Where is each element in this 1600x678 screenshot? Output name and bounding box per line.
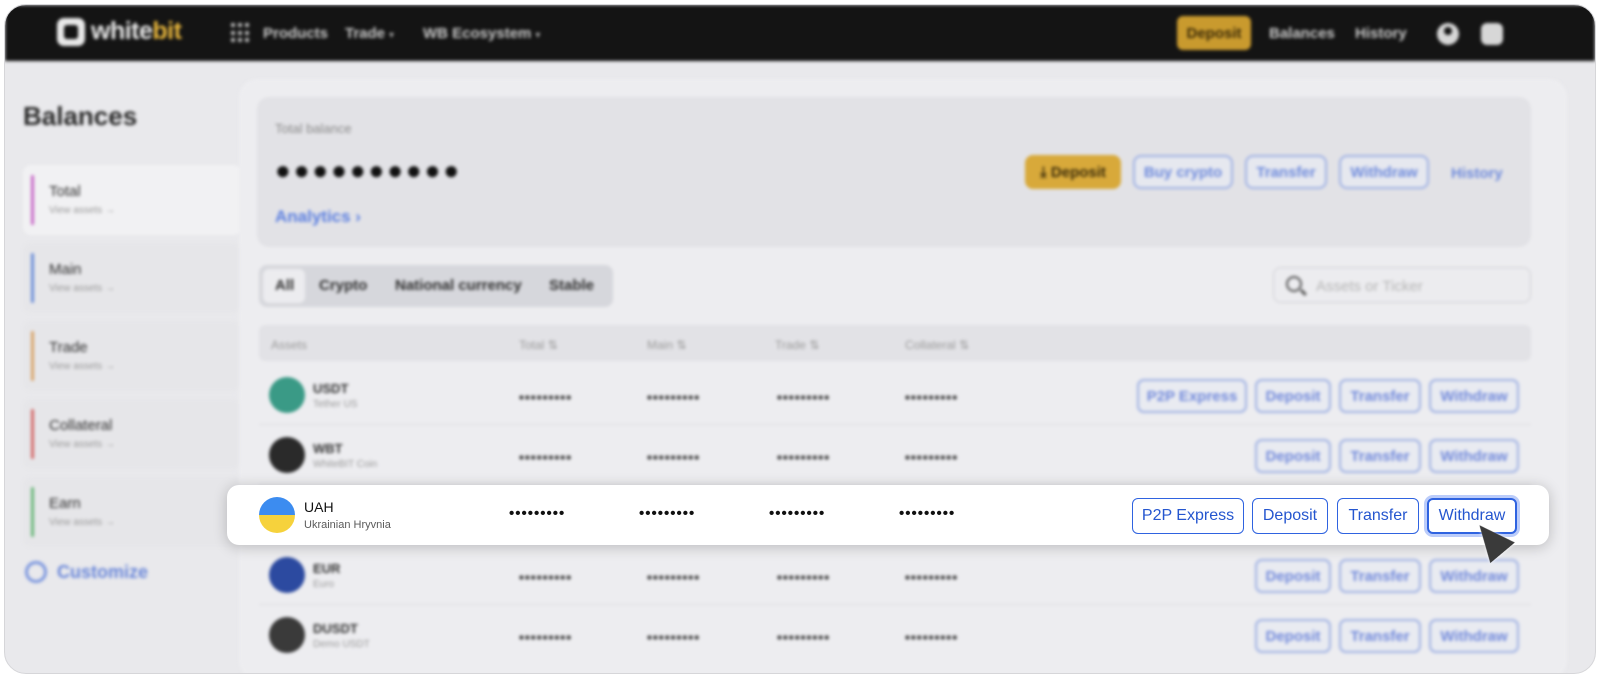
chevron-down-icon: ▾ (389, 30, 395, 41)
apps-grid-icon[interactable] (231, 23, 251, 43)
header-collateral[interactable]: Collateral ⇅ (905, 338, 969, 352)
card-deposit-button[interactable]: ⤓ Deposit (1025, 155, 1121, 189)
nav-trade[interactable]: Trade ▾ (345, 25, 394, 42)
nav-products[interactable]: Products (263, 25, 328, 42)
highlighted-uah-row: UAH Ukrainian Hryvnia ••••••••• ••••••••… (227, 485, 1549, 564)
tab-stable[interactable]: Stable (549, 277, 594, 294)
support-chat-icon[interactable] (1481, 23, 1503, 45)
sidebar-item-trade[interactable]: Trade View assets → (23, 321, 241, 391)
gear-icon (25, 561, 47, 583)
card-withdraw-button[interactable]: Withdraw (1339, 155, 1429, 189)
deposit-button[interactable]: Deposit (1252, 498, 1328, 534)
hidden-amount: ••••••••• (905, 629, 959, 645)
hidden-amount: ••••••••• (519, 389, 573, 405)
asset-name: Tether US (313, 399, 358, 410)
hidden-amount: ••••••••• (905, 569, 959, 585)
hidden-amount-main: ••••••••• (639, 505, 696, 522)
sidebar-item-main[interactable]: Main View assets → (23, 243, 241, 313)
hidden-amount-trade: ••••••••• (769, 505, 826, 522)
nav-wb-ecosystem[interactable]: WB Ecosystem ▾ (423, 25, 540, 42)
transfer-button[interactable]: Transfer (1339, 619, 1421, 653)
total-balance-hidden-value: ●●●●●●●●●● (275, 155, 463, 185)
withdraw-button[interactable]: Withdraw (1429, 379, 1519, 413)
ukraine-flag-icon (259, 497, 295, 533)
customize-button[interactable]: Customize (25, 561, 148, 583)
tab-crypto[interactable]: Crypto (319, 277, 367, 294)
hidden-amount: ••••••••• (647, 449, 701, 465)
card-history-link[interactable]: History (1451, 165, 1503, 182)
hidden-amount: ••••••••• (647, 629, 701, 645)
tab-all[interactable]: All (275, 277, 294, 294)
top-balances-link[interactable]: Balances (1269, 25, 1335, 42)
card-buy-crypto-button[interactable]: Buy crypto (1133, 155, 1233, 189)
withdraw-button[interactable]: Withdraw (1429, 439, 1519, 473)
search-icon (1286, 276, 1302, 292)
hidden-amount: ••••••••• (905, 449, 959, 465)
chevron-down-icon: ▾ (535, 30, 541, 41)
blurred-app-background: whitebit Products Trade ▾ WB Ecosystem ▾ D… (5, 5, 1595, 673)
asset-ticker: UAH (304, 499, 334, 515)
sidebar-title: Balances (23, 101, 138, 131)
header-assets: Assets (271, 338, 308, 352)
eur-coin-icon (269, 557, 305, 593)
logo-text-accent: bit (152, 17, 182, 45)
total-balance-label: Total balance (275, 121, 352, 136)
sidebar-item-collateral[interactable]: Collateral View assets → (23, 399, 241, 469)
header-trade[interactable]: Trade ⇅ (775, 338, 819, 352)
hidden-amount-total: ••••••••• (509, 505, 566, 522)
deposit-button[interactable]: Deposit (1255, 619, 1331, 653)
transfer-button[interactable]: Transfer (1337, 498, 1419, 534)
asset-name: Ukrainian Hryvnia (304, 519, 391, 531)
hidden-amount: ••••••••• (777, 389, 831, 405)
whitebit-logo-icon (57, 17, 85, 46)
wbt-coin-icon (269, 437, 305, 473)
transfer-button[interactable]: Transfer (1339, 439, 1421, 473)
tab-national-currency[interactable]: National currency (395, 277, 522, 294)
hidden-amount: ••••••••• (777, 449, 831, 465)
deposit-button[interactable]: Deposit (1255, 439, 1331, 473)
logo-text-prefix: white (91, 17, 153, 45)
deposit-button[interactable]: Deposit (1255, 379, 1331, 413)
hidden-amount-collateral: ••••••••• (899, 505, 956, 522)
header-total[interactable]: Total ⇅ (519, 338, 558, 352)
asset-ticker: DUSDT (313, 621, 358, 636)
asset-ticker: WBT (313, 441, 343, 456)
whitebit-logo[interactable]: whitebit (57, 17, 182, 46)
transfer-button[interactable]: Transfer (1339, 379, 1421, 413)
top-navigation-bar: whitebit Products Trade ▾ WB Ecosystem ▾ D… (5, 5, 1595, 61)
withdraw-button[interactable]: Withdraw (1429, 619, 1519, 653)
asset-search-input[interactable]: Assets or Ticker (1273, 267, 1531, 303)
hidden-amount: ••••••••• (905, 389, 959, 405)
dusdt-coin-icon (269, 617, 305, 653)
asset-name: Euro (313, 579, 335, 590)
asset-name: Demo USDT (313, 639, 370, 650)
withdraw-button[interactable]: Withdraw (1429, 559, 1519, 593)
usdt-coin-icon (269, 377, 305, 413)
analytics-link[interactable]: Analytics › (275, 207, 361, 227)
table-header (259, 325, 1531, 361)
asset-ticker: EUR (313, 561, 341, 576)
header-main[interactable]: Main ⇅ (647, 338, 686, 352)
p2p-express-button[interactable]: P2P Express (1132, 498, 1244, 534)
deposit-button[interactable]: Deposit (1255, 559, 1331, 593)
hidden-amount: ••••••••• (647, 389, 701, 405)
top-deposit-button[interactable]: Deposit (1177, 16, 1251, 50)
card-transfer-button[interactable]: Transfer (1245, 155, 1327, 189)
hidden-amount: ••••••••• (519, 629, 573, 645)
hidden-amount: ••••••••• (777, 569, 831, 585)
sidebar-item-total[interactable]: Total View assets → (23, 165, 241, 235)
top-history-link[interactable]: History (1355, 25, 1407, 42)
screenshot-frame: whitebit Products Trade ▾ WB Ecosystem ▾ D… (4, 4, 1596, 674)
hidden-amount: ••••••••• (647, 569, 701, 585)
user-profile-icon[interactable] (1437, 23, 1459, 45)
asset-ticker: USDT (313, 381, 349, 396)
p2p-express-button[interactable]: P2P Express (1137, 379, 1247, 413)
hidden-amount: ••••••••• (777, 629, 831, 645)
hidden-amount: ••••••••• (519, 449, 573, 465)
transfer-button[interactable]: Transfer (1339, 559, 1421, 593)
hidden-amount: ••••••••• (519, 569, 573, 585)
sidebar-item-earn[interactable]: Earn View assets → (23, 477, 241, 547)
asset-name: WhiteBIT Coin (313, 459, 378, 470)
